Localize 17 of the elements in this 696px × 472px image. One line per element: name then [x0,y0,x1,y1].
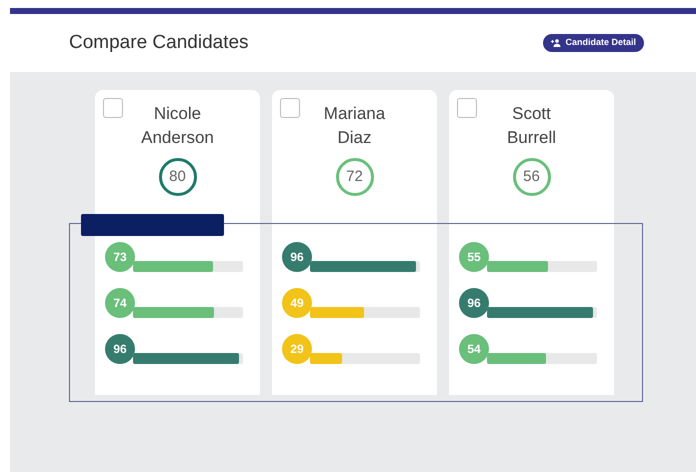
score-ring: 72 [336,158,374,196]
score-badge: 74 [105,288,135,318]
score-badge: 54 [459,334,489,364]
candidate-detail-button[interactable]: Candidate Detail [543,34,644,52]
score-badge: 29 [282,334,312,364]
score-badge: 55 [459,242,489,272]
candidate-name: Nicole Anderson [140,103,215,149]
score-badge: 96 [459,288,489,318]
score-ring: 56 [512,158,550,196]
score-ring: 80 [158,158,196,196]
score-badge: 96 [282,242,312,272]
score-badge: 96 [105,334,135,364]
candidate-name: Mariana Diaz [322,103,386,149]
candidate-name: Scott Burrell [506,103,558,149]
score-badge: 49 [282,288,312,318]
score-badge: 73 [105,242,135,272]
page-title: Compare Candidates [69,30,249,55]
